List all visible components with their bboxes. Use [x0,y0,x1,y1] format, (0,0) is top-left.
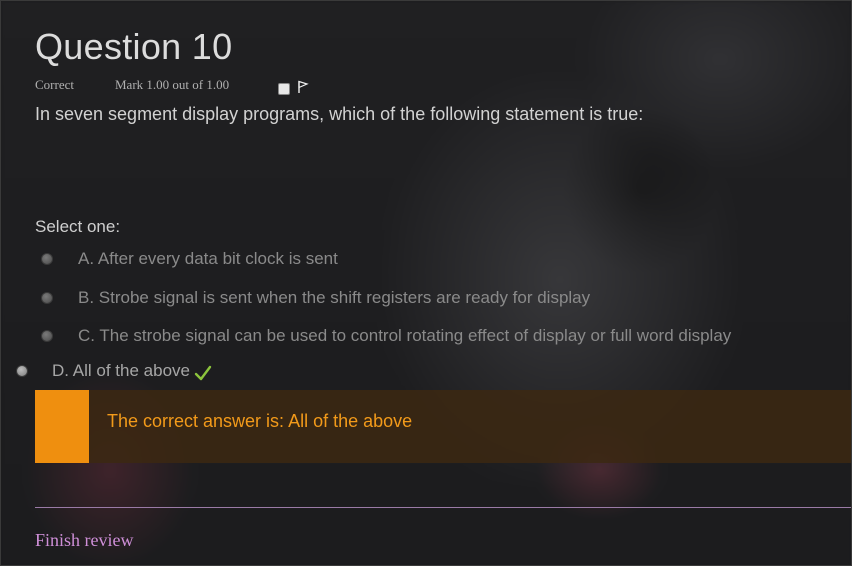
answer-option-d[interactable]: D. All of the above [16,360,212,382]
finish-review-link[interactable]: Finish review [35,530,134,551]
answer-option-a[interactable]: A. After every data bit clock is sent [41,249,338,269]
answer-label: C. The strobe signal can be used to cont… [78,326,732,345]
select-one-prompt: Select one: [35,217,121,236]
flag-question-checkbox[interactable] [278,83,290,95]
radio-button[interactable] [41,330,53,342]
divider [35,507,852,508]
flag-icon[interactable] [296,80,310,94]
radio-button[interactable] [41,253,53,265]
check-icon [194,365,212,381]
radio-button-selected[interactable] [16,365,28,377]
feedback-text: The correct answer is: All of the above [107,411,413,431]
answer-label: D. All of the above [52,361,190,380]
question-review-panel: Question 10 Correct Mark 1.00 out of 1.0… [0,0,852,566]
radio-button[interactable] [41,292,53,304]
answer-label: A. After every data bit clock is sent [78,249,338,268]
answer-label: B. Strobe signal is sent when the shift … [78,288,591,307]
question-state: Correct [35,77,74,92]
answer-option-c[interactable]: C. The strobe signal can be used to cont… [41,326,731,346]
question-text: In seven segment display programs, which… [35,104,644,124]
question-title: Question 10 [35,26,233,67]
answer-option-b[interactable]: B. Strobe signal is sent when the shift … [41,288,590,308]
question-mark: Mark 1.00 out of 1.00 [115,77,230,92]
feedback-accent-bar [35,390,89,463]
correct-answer-feedback: The correct answer is: All of the above [35,390,852,463]
